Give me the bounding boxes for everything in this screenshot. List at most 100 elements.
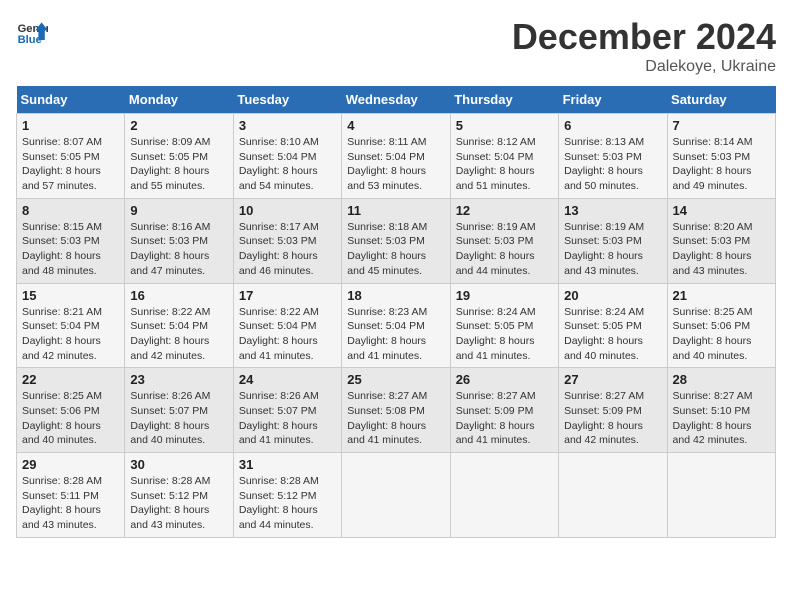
day-detail: Sunrise: 8:20 AM Sunset: 5:03 PM Dayligh… [673,220,770,279]
day-detail: Sunrise: 8:14 AM Sunset: 5:03 PM Dayligh… [673,135,770,194]
day-number: 11 [347,203,444,218]
calendar-cell: 29 Sunrise: 8:28 AM Sunset: 5:11 PM Dayli… [17,453,125,538]
day-number: 5 [456,118,553,133]
calendar-table: SundayMondayTuesdayWednesdayThursdayFrid… [16,86,776,538]
calendar-cell: 24 Sunrise: 8:26 AM Sunset: 5:07 PM Dayli… [233,368,341,453]
calendar-cell [667,453,775,538]
day-number: 13 [564,203,661,218]
day-detail: Sunrise: 8:09 AM Sunset: 5:05 PM Dayligh… [130,135,227,194]
day-detail: Sunrise: 8:13 AM Sunset: 5:03 PM Dayligh… [564,135,661,194]
day-detail: Sunrise: 8:17 AM Sunset: 5:03 PM Dayligh… [239,220,336,279]
day-detail: Sunrise: 8:22 AM Sunset: 5:04 PM Dayligh… [239,305,336,364]
day-number: 20 [564,288,661,303]
calendar-cell: 13 Sunrise: 8:19 AM Sunset: 5:03 PM Dayli… [559,198,667,283]
day-detail: Sunrise: 8:11 AM Sunset: 5:04 PM Dayligh… [347,135,444,194]
day-detail: Sunrise: 8:25 AM Sunset: 5:06 PM Dayligh… [22,389,119,448]
month-title: December 2024 [512,16,776,58]
calendar-cell: 2 Sunrise: 8:09 AM Sunset: 5:05 PM Daylig… [125,114,233,199]
logo: General Blue [16,16,48,48]
day-detail: Sunrise: 8:19 AM Sunset: 5:03 PM Dayligh… [456,220,553,279]
title-area: December 2024 Dalekoye, Ukraine [512,16,776,76]
day-number: 27 [564,372,661,387]
day-detail: Sunrise: 8:19 AM Sunset: 5:03 PM Dayligh… [564,220,661,279]
calendar-cell: 30 Sunrise: 8:28 AM Sunset: 5:12 PM Dayli… [125,453,233,538]
day-number: 31 [239,457,336,472]
calendar-cell: 21 Sunrise: 8:25 AM Sunset: 5:06 PM Dayli… [667,283,775,368]
day-header-wednesday: Wednesday [342,86,450,114]
day-header-sunday: Sunday [17,86,125,114]
calendar-cell: 26 Sunrise: 8:27 AM Sunset: 5:09 PM Dayli… [450,368,558,453]
day-number: 2 [130,118,227,133]
location-subtitle: Dalekoye, Ukraine [512,58,776,76]
calendar-cell: 3Sunrise: 8:10 AM Sunset: 5:04 PM Daylig… [233,114,341,199]
day-header-monday: Monday [125,86,233,114]
calendar-cell: 16 Sunrise: 8:22 AM Sunset: 5:04 PM Dayli… [125,283,233,368]
calendar-cell: 7 Sunrise: 8:14 AM Sunset: 5:03 PM Daylig… [667,114,775,199]
day-detail: Sunrise: 8:25 AM Sunset: 5:06 PM Dayligh… [673,305,770,364]
calendar-cell: 5 Sunrise: 8:12 AM Sunset: 5:04 PM Daylig… [450,114,558,199]
day-detail: Sunrise: 8:27 AM Sunset: 5:09 PM Dayligh… [456,389,553,448]
day-number: 25 [347,372,444,387]
week-row-1: 1Sunrise: 8:07 AM Sunset: 5:05 PM Daylig… [17,114,776,199]
day-number: 7 [673,118,770,133]
logo-icon: General Blue [16,16,48,48]
calendar-cell: 15Sunrise: 8:21 AM Sunset: 5:04 PM Dayli… [17,283,125,368]
calendar-cell: 18Sunrise: 8:23 AM Sunset: 5:04 PM Dayli… [342,283,450,368]
day-number: 23 [130,372,227,387]
day-detail: Sunrise: 8:27 AM Sunset: 5:08 PM Dayligh… [347,389,444,448]
day-header-saturday: Saturday [667,86,775,114]
svg-text:Blue: Blue [18,34,42,46]
day-number: 15 [22,288,119,303]
page-header: General Blue December 2024 Dalekoye, Ukr… [16,16,776,76]
calendar-cell: 14Sunrise: 8:20 AM Sunset: 5:03 PM Dayli… [667,198,775,283]
week-row-5: 29 Sunrise: 8:28 AM Sunset: 5:11 PM Dayli… [17,453,776,538]
day-detail: Sunrise: 8:12 AM Sunset: 5:04 PM Dayligh… [456,135,553,194]
calendar-cell: 25 Sunrise: 8:27 AM Sunset: 5:08 PM Dayli… [342,368,450,453]
day-number: 1 [22,118,119,133]
day-detail: Sunrise: 8:28 AM Sunset: 5:11 PM Dayligh… [22,474,119,533]
day-header-friday: Friday [559,86,667,114]
day-number: 8 [22,203,119,218]
calendar-cell: 12Sunrise: 8:19 AM Sunset: 5:03 PM Dayli… [450,198,558,283]
calendar-cell [342,453,450,538]
calendar-cell: 6Sunrise: 8:13 AM Sunset: 5:03 PM Daylig… [559,114,667,199]
day-detail: Sunrise: 8:26 AM Sunset: 5:07 PM Dayligh… [239,389,336,448]
day-number: 30 [130,457,227,472]
calendar-cell: 11 Sunrise: 8:18 AM Sunset: 5:03 PM Dayli… [342,198,450,283]
day-number: 4 [347,118,444,133]
day-number: 24 [239,372,336,387]
day-number: 21 [673,288,770,303]
day-header-thursday: Thursday [450,86,558,114]
day-detail: Sunrise: 8:27 AM Sunset: 5:10 PM Dayligh… [673,389,770,448]
day-number: 29 [22,457,119,472]
day-detail: Sunrise: 8:27 AM Sunset: 5:09 PM Dayligh… [564,389,661,448]
day-detail: Sunrise: 8:15 AM Sunset: 5:03 PM Dayligh… [22,220,119,279]
day-detail: Sunrise: 8:18 AM Sunset: 5:03 PM Dayligh… [347,220,444,279]
header-row: SundayMondayTuesdayWednesdayThursdayFrid… [17,86,776,114]
day-number: 17 [239,288,336,303]
calendar-cell: 20Sunrise: 8:24 AM Sunset: 5:05 PM Dayli… [559,283,667,368]
calendar-cell: 10 Sunrise: 8:17 AM Sunset: 5:03 PM Dayli… [233,198,341,283]
calendar-cell: 9Sunrise: 8:16 AM Sunset: 5:03 PM Daylig… [125,198,233,283]
day-detail: Sunrise: 8:28 AM Sunset: 5:12 PM Dayligh… [130,474,227,533]
calendar-cell: 4 Sunrise: 8:11 AM Sunset: 5:04 PM Daylig… [342,114,450,199]
day-detail: Sunrise: 8:28 AM Sunset: 5:12 PM Dayligh… [239,474,336,533]
calendar-cell: 19 Sunrise: 8:24 AM Sunset: 5:05 PM Dayli… [450,283,558,368]
day-number: 19 [456,288,553,303]
calendar-cell: 22Sunrise: 8:25 AM Sunset: 5:06 PM Dayli… [17,368,125,453]
calendar-cell: 23Sunrise: 8:26 AM Sunset: 5:07 PM Dayli… [125,368,233,453]
day-detail: Sunrise: 8:24 AM Sunset: 5:05 PM Dayligh… [456,305,553,364]
day-detail: Sunrise: 8:22 AM Sunset: 5:04 PM Dayligh… [130,305,227,364]
week-row-2: 8 Sunrise: 8:15 AM Sunset: 5:03 PM Daylig… [17,198,776,283]
day-number: 26 [456,372,553,387]
day-detail: Sunrise: 8:23 AM Sunset: 5:04 PM Dayligh… [347,305,444,364]
day-number: 10 [239,203,336,218]
day-number: 16 [130,288,227,303]
day-detail: Sunrise: 8:16 AM Sunset: 5:03 PM Dayligh… [130,220,227,279]
calendar-cell [559,453,667,538]
calendar-cell: 27 Sunrise: 8:27 AM Sunset: 5:09 PM Dayli… [559,368,667,453]
calendar-cell: 8 Sunrise: 8:15 AM Sunset: 5:03 PM Daylig… [17,198,125,283]
calendar-cell: 17 Sunrise: 8:22 AM Sunset: 5:04 PM Dayli… [233,283,341,368]
day-detail: Sunrise: 8:10 AM Sunset: 5:04 PM Dayligh… [239,135,336,194]
calendar-cell: 28Sunrise: 8:27 AM Sunset: 5:10 PM Dayli… [667,368,775,453]
